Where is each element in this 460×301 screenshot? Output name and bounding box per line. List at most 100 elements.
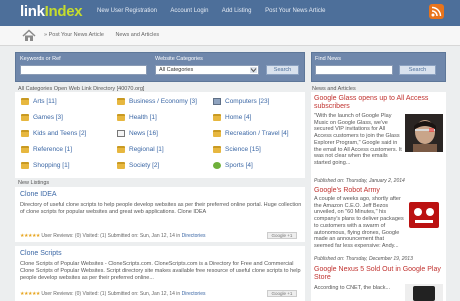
listing-category-link[interactable]: Directories	[182, 291, 206, 297]
search-button[interactable]: Search	[266, 65, 299, 75]
computer-icon	[213, 98, 221, 105]
rss-icon[interactable]	[429, 4, 444, 19]
category-kids-teens[interactable]: Kids and Teens [2]	[21, 130, 87, 137]
nav-post-news-article[interactable]: Post Your News Article	[265, 8, 325, 14]
folder-icon	[21, 162, 29, 169]
news-thumbnail-image[interactable]	[405, 284, 443, 301]
listing-item: Clone IDEA Directory of useful clone scr…	[15, 187, 305, 242]
category-label: Reference [1]	[33, 146, 73, 153]
category-label: Computers [23]	[225, 98, 270, 105]
category-health[interactable]: Health [1]	[117, 114, 157, 121]
listing-category-link[interactable]: Directories	[182, 233, 206, 239]
news-thumbnail-image[interactable]	[405, 196, 443, 234]
category-label: Business / Economy [3]	[129, 98, 197, 105]
folder-icon	[117, 146, 125, 153]
listing-title-link[interactable]: Clone Scripts	[20, 250, 62, 257]
breadcrumb-bar: » Post Your News Article News and Articl…	[0, 26, 460, 46]
listing-submitted: Submitted on: Sun, Jan 12, 14 in	[107, 233, 181, 239]
listing-description: Clone Scripts of Popular Websites - Clon…	[20, 261, 301, 281]
folder-icon	[117, 162, 125, 169]
listing-submitted: Submitted on: Sun, Jan 12, 14 in	[107, 291, 181, 297]
news-body: A couple of weeks ago, shortly after the…	[314, 196, 404, 249]
category-label: Sports [4]	[225, 162, 253, 169]
category-label: Science [15]	[225, 146, 261, 153]
folder-icon	[21, 114, 29, 121]
category-reference[interactable]: Reference [1]	[21, 146, 73, 153]
folder-icon	[117, 114, 125, 121]
news-thumbnail-image[interactable]	[405, 114, 443, 152]
ball-icon	[213, 162, 221, 169]
nav-new-user-registration[interactable]: New User Registration	[97, 8, 157, 14]
category-shopping[interactable]: Shopping [1]	[21, 162, 70, 169]
news-search-input[interactable]	[315, 65, 393, 75]
category-business[interactable]: Business / Economy [3]	[117, 98, 197, 105]
category-sports[interactable]: Sports [4]	[213, 162, 253, 169]
category-label: Health [1]	[129, 114, 157, 121]
news-body: According to CNET, the black...	[314, 285, 391, 291]
folder-icon	[213, 146, 221, 153]
category-games[interactable]: Games [3]	[21, 114, 63, 121]
folder-icon	[21, 130, 29, 137]
chevron-down-icon	[250, 67, 257, 73]
news-date: Published on: Thursday, December 19, 201…	[314, 256, 413, 262]
listing-visited: Visited: (1)	[82, 291, 107, 297]
category-directory: Arts [11] Business / Economy [3] Compute…	[15, 92, 305, 178]
news-headline-link[interactable]: Google Nexus 5 Sold Out in Google Play S…	[314, 266, 442, 282]
listing-reviews: User Reviews: (0)	[41, 291, 82, 297]
category-label: Arts [11]	[33, 98, 57, 105]
listing-description: Directory of useful clone scripts to hel…	[20, 202, 302, 215]
category-label: News [16]	[129, 130, 158, 137]
category-recreation-travel[interactable]: Recreation / Travel [4]	[213, 130, 289, 137]
keywords-input[interactable]	[20, 65, 147, 75]
breadcrumb-news-articles[interactable]: News and Articles	[115, 32, 159, 38]
top-navigation: New User Registration Account Login Add …	[97, 8, 337, 14]
site-logo[interactable]: linkIndex	[20, 3, 83, 20]
category-arts[interactable]: Arts [11]	[21, 98, 57, 105]
google-plus-button[interactable]: Google +1	[267, 290, 297, 297]
category-label: Society [2]	[129, 162, 160, 169]
folder-icon	[21, 98, 29, 105]
category-news[interactable]: News [16]	[117, 130, 158, 137]
news-column: Google Glass opens up to All Access subs…	[311, 92, 446, 301]
category-label: Website Categories	[155, 56, 203, 62]
category-computers[interactable]: Computers [23]	[213, 98, 270, 105]
listing-search-panel: Keywords or Ref Website Categories All C…	[15, 52, 305, 82]
category-label: Shopping [1]	[33, 162, 70, 169]
category-label: Recreation / Travel [4]	[225, 130, 289, 137]
news-headline-link[interactable]: Google's Robot Army	[314, 187, 380, 195]
listing-item: Clone Scripts Clone Scripts of Popular W…	[15, 246, 305, 301]
home-icon[interactable]	[22, 29, 36, 42]
find-news-label: Find News	[315, 56, 341, 62]
folder-icon	[213, 130, 221, 137]
nav-add-listing[interactable]: Add Listing	[222, 8, 252, 14]
category-home[interactable]: Home [4]	[213, 114, 251, 121]
category-label: Games [3]	[33, 114, 63, 121]
keywords-label: Keywords or Ref	[20, 56, 61, 62]
logo-text-index: Index	[44, 3, 83, 20]
rating-stars-icon: ★★★★★	[20, 233, 40, 239]
newspaper-icon	[117, 130, 125, 137]
breadcrumb-post-news[interactable]: » Post Your News Article	[44, 32, 104, 38]
news-search-button[interactable]: Search	[399, 65, 436, 75]
folder-icon	[21, 146, 29, 153]
listing-visited: Visited: (1)	[82, 233, 107, 239]
nav-account-login[interactable]: Account Login	[170, 8, 208, 14]
logo-text-link: link	[20, 3, 45, 20]
breadcrumb: » Post Your News Article News and Articl…	[44, 32, 169, 38]
rating-stars-icon: ★★★★★	[20, 291, 40, 297]
news-date: Published on: Thursday, January 2, 2014	[314, 178, 405, 184]
new-listings-title: New Listings	[18, 180, 50, 186]
top-header: linkIndex New User Registration Account …	[0, 0, 460, 26]
news-body: "With the launch of Google Play Music on…	[314, 113, 402, 166]
listing-reviews: User Reviews: (0)	[41, 233, 82, 239]
category-science[interactable]: Science [15]	[213, 146, 261, 153]
category-label: Regional [1]	[129, 146, 164, 153]
category-select[interactable]: All Categories	[155, 65, 259, 75]
category-label: Kids and Teens [2]	[33, 130, 87, 137]
listing-title-link[interactable]: Clone IDEA	[20, 191, 57, 198]
category-society[interactable]: Society [2]	[117, 162, 160, 169]
google-plus-button[interactable]: Google +1	[267, 232, 297, 239]
folder-icon	[213, 114, 221, 121]
category-regional[interactable]: Regional [1]	[117, 146, 164, 153]
news-headline-link[interactable]: Google Glass opens up to All Access subs…	[314, 95, 442, 111]
